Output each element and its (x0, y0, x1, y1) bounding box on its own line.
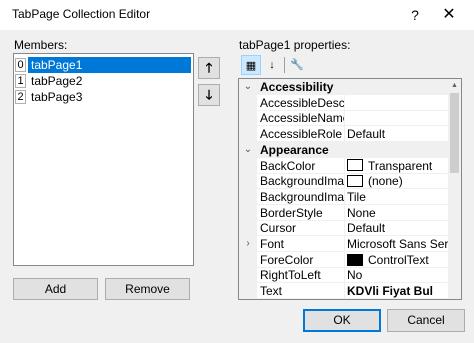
row-margin (239, 188, 257, 205)
color-swatch (347, 253, 363, 266)
property-value-text: Default (347, 127, 386, 142)
scroll-up-icon[interactable]: ▲ (448, 79, 461, 92)
grid-property-row[interactable]: Text KDVli Fiyat Bul (239, 283, 448, 299)
property-value[interactable]: Default (345, 220, 448, 237)
property-value[interactable] (345, 95, 448, 111)
alphabetical-icon[interactable]: ↓ (262, 55, 282, 75)
row-margin (239, 267, 257, 284)
members-label: Members: (14, 38, 68, 52)
grid-property-row[interactable]: BorderStyle None (239, 204, 448, 221)
member-index: 2 (15, 90, 26, 104)
property-value[interactable] (345, 110, 448, 127)
property-value-text: No (347, 268, 363, 283)
property-name: BackgroundImage (257, 173, 345, 190)
remove-button[interactable]: Remove (105, 278, 190, 300)
property-value[interactable]: (none) (345, 173, 448, 190)
grid-property-row[interactable]: BackgroundImageLTile (239, 188, 448, 205)
row-margin (239, 283, 257, 299)
property-value[interactable]: No (345, 267, 448, 284)
add-button[interactable]: Add (13, 278, 98, 300)
property-value-text: KDVli Fiyat Bul (347, 284, 434, 299)
help-button[interactable]: ? (402, 2, 428, 28)
property-name: RightToLeft (257, 267, 345, 284)
row-margin (239, 220, 257, 237)
property-name: BackColor (257, 157, 345, 174)
property-name: Text (257, 283, 345, 299)
property-name: BorderStyle (257, 204, 345, 221)
property-value[interactable]: None (345, 205, 448, 221)
grid-property-row[interactable]: ›FontMicrosoft Sans Serif; 8,2 (239, 236, 448, 252)
close-button[interactable]: ✕ (434, 2, 464, 28)
member-index: 1 (15, 74, 26, 88)
toolbar-separator (284, 57, 285, 73)
window-title: TabPage Collection Editor (12, 7, 151, 21)
row-margin (239, 204, 257, 221)
cancel-button[interactable]: Cancel (387, 309, 465, 332)
property-grid-scrollbar[interactable]: ▲ (448, 79, 461, 299)
property-value[interactable]: Transparent (345, 158, 448, 174)
property-value-text: Microsoft Sans Serif; 8,2 (347, 237, 448, 251)
category-label: Accessibility (257, 79, 451, 95)
row-margin (239, 94, 257, 111)
grid-property-row[interactable]: AccessibleRole Default (239, 126, 448, 143)
property-grid[interactable]: ⌄AccessibilityAccessibleDescriptAccessib… (238, 78, 462, 300)
member-item[interactable]: 2 tabPage3 (14, 89, 193, 105)
property-value[interactable]: ControlText (345, 252, 448, 268)
property-value-text: ControlText (368, 252, 429, 267)
property-value[interactable]: Microsoft Sans Serif; 8,2 (345, 236, 448, 252)
collapse-icon[interactable]: ⌄ (239, 79, 257, 95)
member-name: tabPage2 (31, 74, 83, 88)
row-margin (239, 251, 257, 268)
grid-category[interactable]: ⌄ Appearance (239, 141, 451, 158)
property-name: ForeColor (257, 251, 345, 268)
row-margin (239, 126, 257, 143)
member-name: tabPage1 (28, 57, 191, 73)
ok-button[interactable]: OK (303, 309, 381, 332)
scroll-thumb[interactable] (450, 93, 459, 173)
property-value-text: Transparent (368, 158, 433, 173)
property-name: Cursor (257, 220, 345, 237)
property-value-text: (none) (368, 174, 403, 189)
member-index: 0 (15, 58, 26, 72)
property-value[interactable]: KDVli Fiyat Bul (345, 283, 448, 299)
row-margin (239, 110, 257, 127)
property-value[interactable]: Tile (345, 189, 448, 205)
expand-icon[interactable]: › (239, 236, 257, 252)
grid-property-row[interactable]: ForeColor ControlText (239, 251, 448, 268)
grid-property-row[interactable]: BackColor Transparent (239, 157, 448, 174)
property-value-text: None (347, 205, 376, 220)
property-name: AccessibleName (257, 110, 345, 127)
color-swatch (347, 175, 363, 188)
property-name: Font (257, 236, 345, 252)
member-item[interactable]: 1 tabPage2 (14, 73, 193, 89)
property-grid-toolbar: ▦ ↓ 🔧 (239, 55, 309, 77)
category-label: Appearance (257, 141, 451, 158)
grid-property-row[interactable]: BackgroundImage (none) (239, 173, 448, 190)
collapse-icon[interactable]: ⌄ (239, 141, 257, 158)
property-name: BackgroundImageL (257, 188, 345, 205)
properties-label: tabPage1 properties: (239, 38, 351, 52)
member-name: tabPage3 (31, 90, 83, 104)
property-value-text: Default (347, 221, 386, 236)
row-margin (239, 157, 257, 174)
property-name: AccessibleRole (257, 126, 345, 143)
categorized-icon[interactable]: ▦ (241, 55, 261, 75)
row-margin (239, 173, 257, 190)
grid-category[interactable]: ⌄ Accessibility (239, 79, 451, 95)
grid-property-row[interactable]: AccessibleDescript (239, 94, 448, 111)
property-name: AccessibleDescript (257, 94, 345, 111)
property-pages-icon[interactable]: 🔧 (287, 55, 307, 75)
property-value-text: Tile (347, 189, 366, 204)
grid-property-row[interactable]: AccessibleName (239, 110, 448, 127)
color-swatch (347, 159, 363, 172)
members-list[interactable]: 0 tabPage1 1 tabPage2 2 tabPage3 (13, 53, 194, 266)
grid-property-row[interactable]: RightToLeft No (239, 267, 448, 284)
move-up-button[interactable]: 🡑 (198, 57, 220, 79)
move-down-button[interactable]: 🡓 (198, 84, 220, 106)
property-value[interactable]: Default (345, 126, 448, 143)
grid-property-row[interactable]: Cursor Default (239, 220, 448, 237)
member-item[interactable]: 0 tabPage1 (14, 57, 193, 73)
